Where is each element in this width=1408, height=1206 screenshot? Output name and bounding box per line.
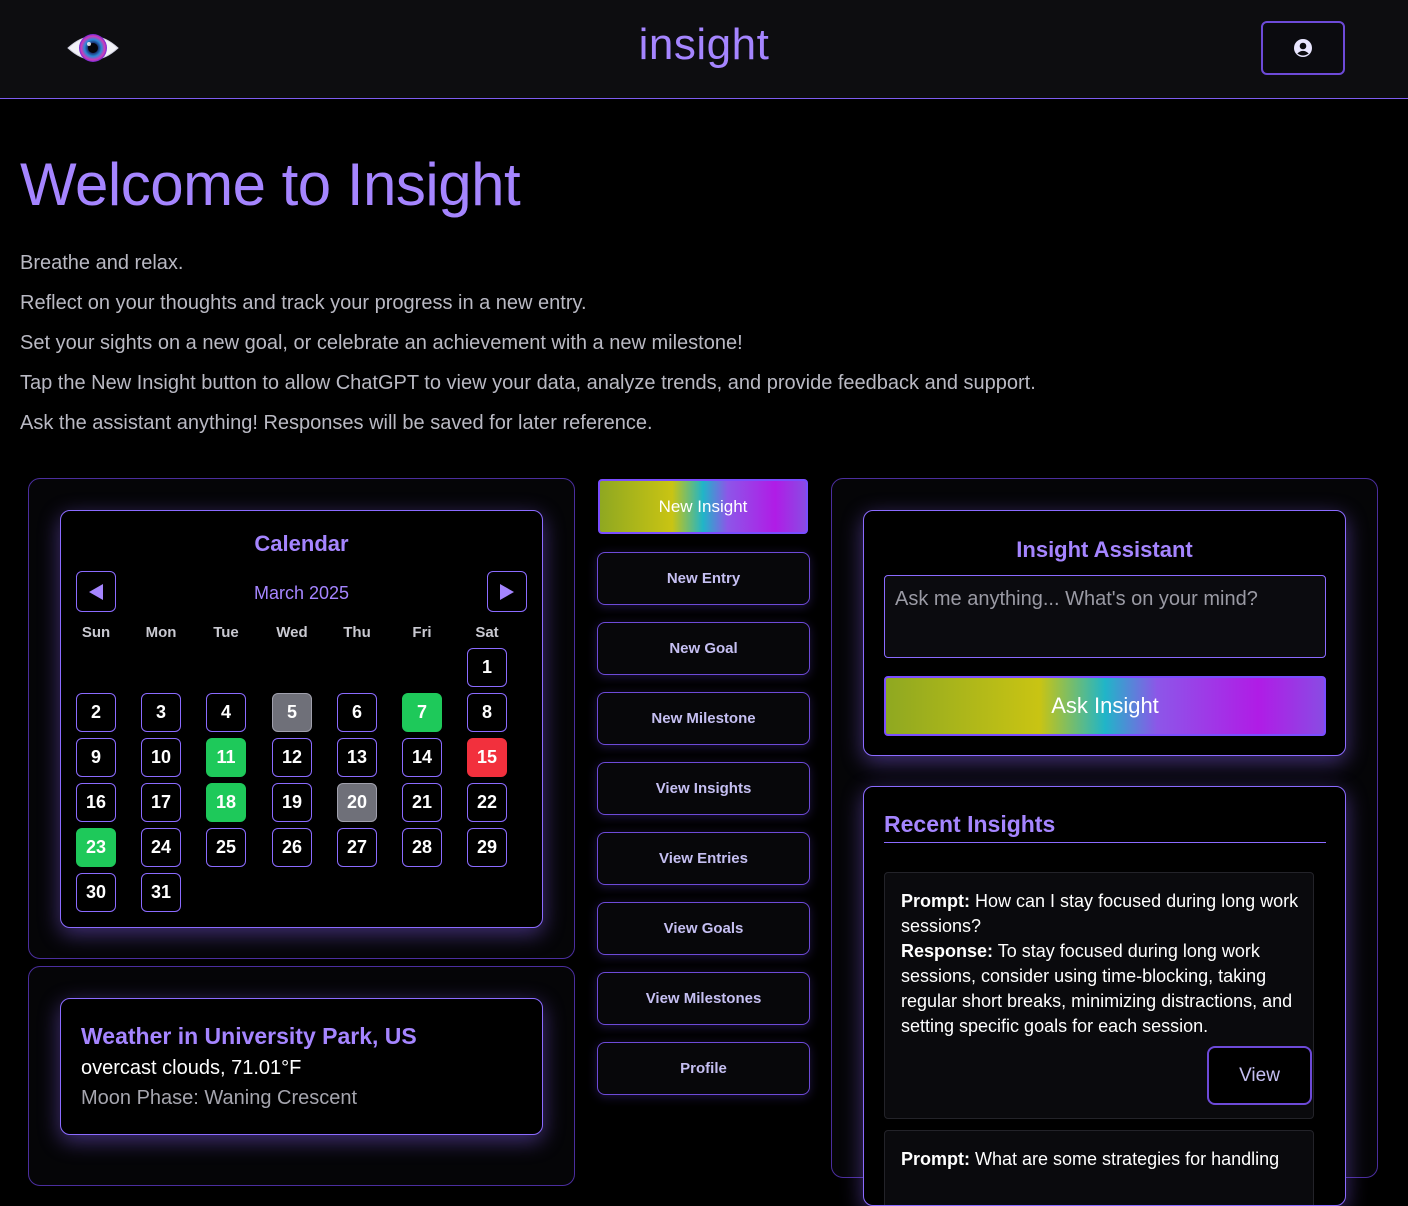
insight-prompt: What are some strategies for handling bbox=[975, 1149, 1280, 1169]
insight-item: Prompt: How can I stay focused during lo… bbox=[884, 872, 1314, 1119]
calendar-day[interactable]: 29 bbox=[467, 828, 507, 867]
new-milestone-button[interactable]: New Milestone bbox=[597, 692, 810, 745]
weekday-label: Sat bbox=[475, 624, 499, 641]
page-title: Welcome to Insight bbox=[20, 151, 521, 218]
calendar-day[interactable]: 1 bbox=[467, 648, 507, 687]
view-insight-button[interactable]: View bbox=[1207, 1046, 1312, 1105]
assistant-title: Insight Assistant bbox=[1016, 537, 1193, 562]
calendar-day[interactable]: 14 bbox=[402, 738, 442, 777]
calendar-day[interactable]: 23 bbox=[76, 828, 116, 867]
weekday-label: Fri bbox=[412, 624, 432, 641]
calendar-day[interactable]: 18 bbox=[206, 783, 246, 822]
insight-assistant-card: Insight Assistant Ask Insight bbox=[863, 510, 1346, 756]
calendar-card: Calendar March 2025 Sun Mon Tue Wed Thu Fri Sa… bbox=[60, 510, 543, 928]
calendar-day[interactable]: 12 bbox=[272, 738, 312, 777]
weather-conditions: overcast clouds, 71.01°F bbox=[81, 1057, 302, 1079]
calendar-day[interactable]: 9 bbox=[76, 738, 116, 777]
view-milestones-button[interactable]: View Milestones bbox=[597, 972, 810, 1025]
calendar-day[interactable]: 22 bbox=[467, 783, 507, 822]
calendar-next-button[interactable] bbox=[487, 571, 527, 612]
calendar-day[interactable]: 13 bbox=[337, 738, 377, 777]
new-goal-button[interactable]: New Goal bbox=[597, 622, 810, 675]
user-circle-icon bbox=[1294, 39, 1312, 57]
weekday-label: Sun bbox=[81, 624, 111, 641]
weather-card: Weather in University Park, US overcast … bbox=[60, 998, 543, 1135]
calendar-day[interactable]: 17 bbox=[141, 783, 181, 822]
profile-menu-button[interactable] bbox=[1261, 21, 1345, 75]
calendar-month: March 2025 bbox=[253, 583, 350, 603]
view-entries-button[interactable]: View Entries bbox=[597, 832, 810, 885]
calendar-day[interactable]: 6 bbox=[337, 693, 377, 732]
new-insight-button[interactable]: New Insight bbox=[598, 479, 808, 534]
calendar-day[interactable]: 3 bbox=[141, 693, 181, 732]
calendar-day[interactable]: 15 bbox=[467, 738, 507, 777]
new-entry-button[interactable]: New Entry bbox=[597, 552, 810, 605]
calendar-day[interactable]: 11 bbox=[206, 738, 246, 777]
calendar-day[interactable]: 27 bbox=[337, 828, 377, 867]
calendar-day[interactable]: 21 bbox=[402, 783, 442, 822]
calendar-day[interactable]: 8 bbox=[467, 693, 507, 732]
calendar-day[interactable]: 10 bbox=[141, 738, 181, 777]
recent-insights-title: Recent Insights bbox=[884, 811, 1056, 837]
divider bbox=[884, 842, 1326, 843]
intro-line: Tap the New Insight button to allow Chat… bbox=[20, 372, 1036, 394]
assistant-question-input[interactable] bbox=[884, 575, 1326, 658]
brand-title: insight bbox=[638, 20, 770, 69]
insight-text: Prompt: How can I stay focused during lo… bbox=[901, 889, 1301, 1039]
top-bar: insight bbox=[0, 0, 1408, 99]
view-goals-button[interactable]: View Goals bbox=[597, 902, 810, 955]
intro-line: Reflect on your thoughts and track your … bbox=[20, 292, 587, 314]
calendar-day[interactable]: 25 bbox=[206, 828, 246, 867]
calendar-day[interactable]: 5 bbox=[272, 693, 312, 732]
weekday-label: Tue bbox=[213, 624, 239, 641]
weather-panel: Weather in University Park, US overcast … bbox=[28, 966, 575, 1186]
calendar-day[interactable]: 28 bbox=[402, 828, 442, 867]
calendar-title: Calendar bbox=[254, 531, 349, 556]
calendar-day[interactable]: 4 bbox=[206, 693, 246, 732]
calendar-day[interactable]: 26 bbox=[272, 828, 312, 867]
insight-text: Prompt: What are some strategies for han… bbox=[901, 1147, 1301, 1172]
calendar-day[interactable]: 2 bbox=[76, 693, 116, 732]
intro-line: Ask the assistant anything! Responses wi… bbox=[20, 412, 653, 434]
moon-phase: Moon Phase: Waning Crescent bbox=[81, 1087, 358, 1109]
recent-insights-card: Recent Insights Prompt: How can I stay f… bbox=[863, 786, 1346, 1206]
intro-line: Breathe and relax. bbox=[20, 252, 184, 274]
prompt-label: Prompt: bbox=[901, 891, 970, 911]
calendar-day[interactable]: 7 bbox=[402, 693, 442, 732]
calendar-day[interactable]: 24 bbox=[141, 828, 181, 867]
ask-insight-button[interactable]: Ask Insight bbox=[884, 676, 1326, 736]
calendar-day[interactable]: 20 bbox=[337, 783, 377, 822]
calendar-day[interactable]: 30 bbox=[76, 873, 116, 912]
calendar-day[interactable]: 31 bbox=[141, 873, 181, 912]
assistant-panel: Insight Assistant Ask Insight Recent Ins… bbox=[831, 478, 1378, 1206]
profile-button[interactable]: Profile bbox=[597, 1042, 810, 1095]
view-insights-button[interactable]: View Insights bbox=[597, 762, 810, 815]
calendar-day[interactable]: 16 bbox=[76, 783, 116, 822]
weekday-label: Wed bbox=[276, 624, 308, 641]
weekday-label: Mon bbox=[145, 624, 177, 641]
response-label: Response: bbox=[901, 941, 994, 961]
calendar-day[interactable]: 19 bbox=[272, 783, 312, 822]
calendar-panel: Calendar March 2025 Sun Mon Tue Wed Thu Fri Sa… bbox=[28, 478, 575, 959]
insight-item: Prompt: What are some strategies for han… bbox=[884, 1130, 1314, 1205]
prompt-label: Prompt: bbox=[901, 1149, 970, 1169]
triangle-right-icon bbox=[500, 583, 514, 600]
weekday-label: Thu bbox=[343, 624, 371, 641]
weather-title: Weather in University Park, US bbox=[81, 1023, 417, 1049]
intro-line: Set your sights on a new goal, or celebr… bbox=[20, 332, 743, 354]
